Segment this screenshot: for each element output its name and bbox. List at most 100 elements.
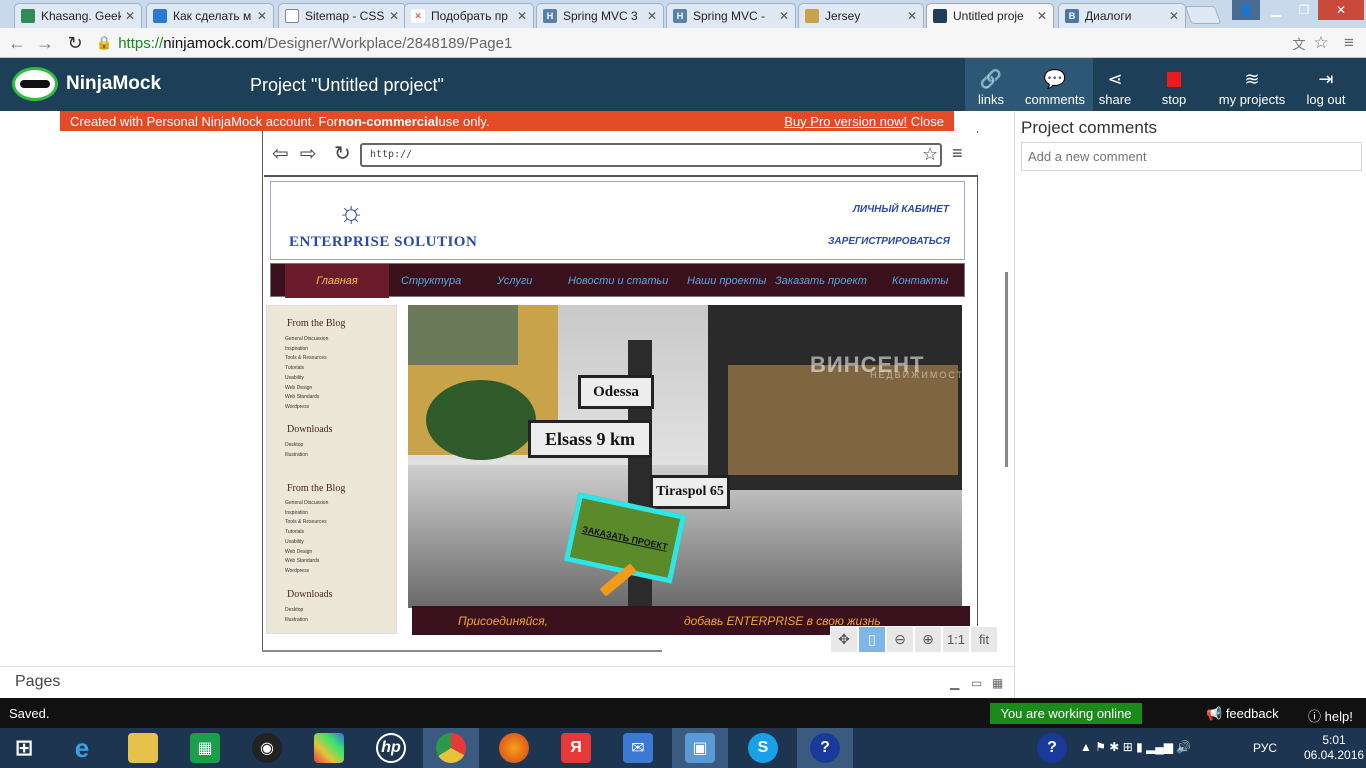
banner-text-before: Created with Personal NinjaMock account.… (70, 113, 339, 129)
help-link[interactable]: ⓘ help! (1308, 706, 1353, 725)
user-profile-icon[interactable]: 👤 (1232, 0, 1260, 20)
mockup-sidebar[interactable]: From the Blog General Discussion Inspira… (266, 305, 397, 634)
stop-icon (1167, 72, 1181, 87)
tab-favicon-icon (805, 9, 819, 23)
mockup-hero-image[interactable]: Odessa Elsass 9 km Tiraspol 65 (408, 305, 962, 608)
share-button[interactable]: ⋖ share (1093, 58, 1137, 111)
url-field[interactable]: 🔒 https:// ninjamock.com /Designer/Workp… (96, 31, 1336, 55)
mockup-url-field[interactable]: http:// (360, 143, 942, 167)
tab-title: Как сделать м (173, 9, 252, 23)
taskbar-skype[interactable]: S (735, 728, 791, 768)
browser-tab-dialogi[interactable]: B Диалоги ✕ (1058, 3, 1186, 28)
stop-button[interactable]: stop (1137, 58, 1211, 111)
browser-tab-spring-mvc-3[interactable]: H Spring MVC 3 ✕ (536, 3, 664, 28)
signpost-tiraspol: Tiraspol 65 (650, 475, 730, 509)
taskbar-mail[interactable]: ✉ (610, 728, 666, 768)
list-view-icon[interactable]: ▭ (971, 676, 982, 690)
browser-tab-untitled-project[interactable]: Untitled proje ✕ (926, 3, 1054, 28)
chrome-icon (436, 733, 466, 763)
forward-arrow-icon[interactable]: → (34, 32, 56, 54)
taskbar-clock[interactable]: 5:01 06.04.2016 (1304, 733, 1364, 763)
save-status: Saved. (9, 706, 50, 721)
minimize-window-button[interactable]: ▁ (1262, 0, 1290, 20)
folder-icon (128, 733, 158, 763)
taskbar-firefox[interactable] (486, 728, 542, 768)
ninjamock-header: NinjaMock Project "Untitled project" 🔗 l… (0, 58, 1366, 111)
feedback-link[interactable]: 📢 feedback (1206, 706, 1279, 722)
close-tab-icon[interactable]: ✕ (1037, 9, 1047, 23)
back-arrow-icon[interactable]: ← (6, 32, 28, 54)
taskbar-media-player[interactable]: ◉ (239, 728, 295, 768)
pages-label[interactable]: Pages (15, 673, 60, 691)
signpost-odessa: Odessa (578, 375, 654, 409)
vertical-scrollbar[interactable] (1005, 272, 1008, 467)
browser-tab-podobrat[interactable]: ✕ Подобрать пр ✕ (404, 3, 534, 28)
sidebar-item: Illustration (285, 452, 308, 458)
pan-move-icon[interactable]: ✥ (830, 626, 858, 653)
buy-pro-link[interactable]: Buy Pro version now! (784, 114, 907, 129)
my-projects-label: my projects (1218, 92, 1286, 107)
zoom-fit-button[interactable]: fit (970, 626, 998, 653)
bookmark-star-icon[interactable]: ☆ (1310, 32, 1332, 54)
browser-tab-sitemap[interactable]: Sitemap - CSS ✕ (278, 3, 406, 28)
log-out-button[interactable]: ⇥ log out (1293, 58, 1359, 111)
taskbar-hp[interactable]: hp (363, 728, 419, 768)
chrome-menu-icon[interactable]: ≡ (1338, 32, 1360, 54)
close-tab-icon[interactable]: ✕ (125, 9, 135, 23)
reload-icon[interactable]: ↻ (64, 32, 86, 54)
device-mode-icon[interactable]: ▯ (858, 626, 886, 653)
taskbar-help[interactable]: ? (797, 728, 853, 768)
taskbar-yandex[interactable]: Я (548, 728, 604, 768)
taskbar-paint-app[interactable] (301, 728, 357, 768)
mockup-menu-icon: ≡ (952, 143, 963, 163)
browser-tab-khasang[interactable]: Khasang. Geek ✕ (14, 3, 142, 28)
sidebar-item: Illustration (285, 617, 308, 623)
minimize-panel-icon[interactable]: ▁ (950, 676, 959, 690)
close-tab-icon[interactable]: ✕ (389, 9, 399, 23)
horizontal-scrollbar[interactable] (262, 650, 662, 652)
system-tray-icons[interactable]: ▲ ⚑ ✱ ⊞ ▮ ▂▄▆ 🔊 (1080, 740, 1191, 754)
add-comment-input[interactable] (1021, 142, 1362, 171)
comments-button[interactable]: 💬 comments (1017, 58, 1093, 111)
taskbar-photos[interactable]: ▣ (672, 728, 728, 768)
ninjamock-logo[interactable]: NinjaMock (12, 67, 161, 101)
close-tab-icon[interactable]: ✕ (1169, 9, 1179, 23)
restore-window-button[interactable]: ❐ (1290, 0, 1318, 20)
media-player-icon: ◉ (252, 733, 282, 763)
sidebar-item: Wordpress (285, 568, 310, 574)
browser-tab-jersey[interactable]: Jersey ✕ (798, 3, 924, 28)
sidebar-heading: From the Blog (287, 483, 346, 494)
windows-start-button[interactable]: ⊞ (0, 728, 48, 768)
help-label: help! (1324, 709, 1353, 724)
close-tab-icon[interactable]: ✕ (517, 9, 527, 23)
close-tab-icon[interactable]: ✕ (779, 9, 789, 23)
browser-tab-kak-sdelat[interactable]: Как сделать м ✕ (146, 3, 274, 28)
mockup-site-title: ENTERPRISE SOLUTION (289, 234, 478, 250)
mockup-site-nav[interactable]: Главная Структура Услуги Новости и стать… (270, 263, 965, 298)
language-indicator[interactable]: РУС (1253, 741, 1277, 755)
taskbar-help-tray[interactable]: ? (1024, 728, 1080, 768)
taskbar-chrome[interactable] (423, 728, 479, 768)
close-tab-icon[interactable]: ✕ (257, 9, 267, 23)
sidebar-item: Desktop (285, 607, 304, 613)
mockup-nav-item: Заказать проект (775, 275, 867, 287)
hero-tree (426, 380, 536, 460)
taskbar-store[interactable]: ▦ (177, 728, 233, 768)
grid-view-icon[interactable]: ▦ (992, 676, 1003, 690)
translate-icon[interactable]: 文 (1288, 32, 1310, 54)
browser-tab-spring-mvc[interactable]: H Spring MVC - ✕ (666, 3, 796, 28)
tab-favicon-icon (21, 9, 35, 23)
links-button[interactable]: 🔗 links (965, 58, 1017, 111)
taskbar-internet-explorer[interactable]: e (54, 728, 110, 768)
zoom-out-icon[interactable]: ⊖ (886, 626, 914, 653)
taskbar-file-explorer[interactable] (115, 728, 171, 768)
new-tab-button[interactable] (1184, 6, 1222, 24)
zoom-one-to-one-button[interactable]: 1:1 (942, 626, 970, 653)
zoom-in-icon[interactable]: ⊕ (914, 626, 942, 653)
mockup-reload-icon: ↻ (334, 143, 351, 165)
close-tab-icon[interactable]: ✕ (647, 9, 657, 23)
close-banner-link[interactable]: Close (911, 114, 944, 129)
close-window-button[interactable]: ✕ (1318, 0, 1364, 20)
my-projects-button[interactable]: ≋ my projects (1211, 58, 1293, 111)
close-tab-icon[interactable]: ✕ (907, 9, 917, 23)
